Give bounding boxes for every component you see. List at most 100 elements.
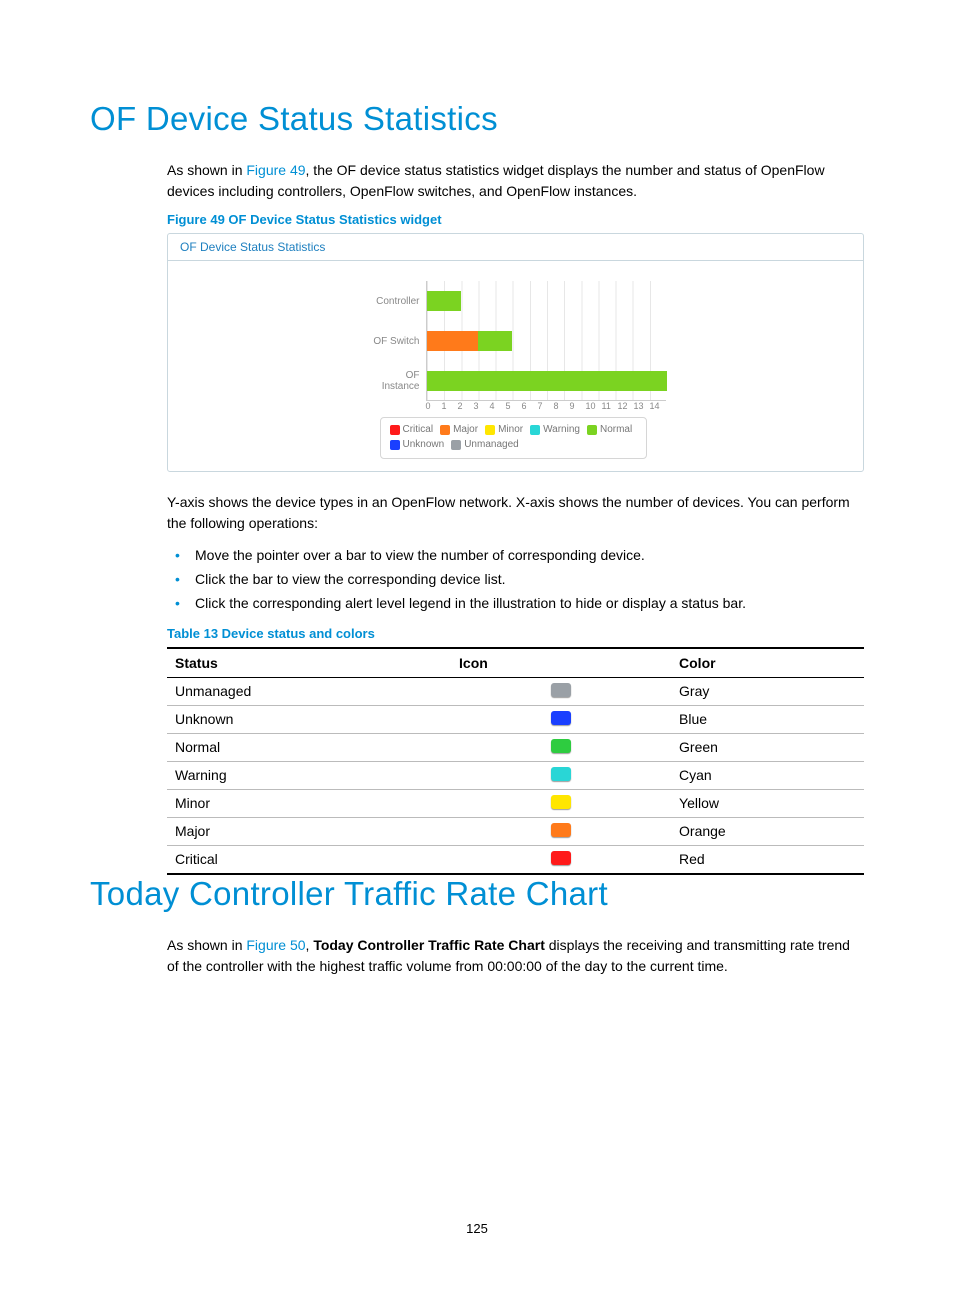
th-icon: Icon — [451, 648, 671, 678]
cell-status: Minor — [167, 789, 451, 817]
operations-list: Move the pointer over a bar to view the … — [167, 544, 864, 615]
chart-plot-area — [426, 281, 666, 401]
cell-color: Yellow — [671, 789, 864, 817]
x-tick: 1 — [442, 401, 458, 411]
legend-label[interactable]: Warning — [543, 424, 580, 435]
x-tick: 10 — [586, 401, 602, 411]
link-figure-50[interactable]: Figure 50 — [246, 937, 305, 953]
x-tick: 14 — [650, 401, 666, 411]
y-axis-label: OF Instance — [366, 361, 426, 401]
cell-color: Blue — [671, 705, 864, 733]
legend-swatch-unknown[interactable] — [390, 440, 400, 450]
status-color-table: Status Icon Color UnmanagedGrayUnknown Bl… — [167, 647, 864, 875]
cell-status: Critical — [167, 845, 451, 874]
cell-icon — [451, 733, 671, 761]
cell-icon — [451, 677, 671, 705]
section-body: As shown in Figure 49, the OF device sta… — [167, 160, 864, 875]
x-tick: 4 — [490, 401, 506, 411]
table-caption: Table 13 Device status and colors — [167, 626, 864, 641]
intro-paragraph-2: As shown in Figure 50, Today Controller … — [167, 935, 864, 977]
warning-status-icon — [551, 767, 571, 781]
cell-icon — [451, 789, 671, 817]
section-body-2: As shown in Figure 50, Today Controller … — [167, 935, 864, 977]
minor-status-icon — [551, 795, 571, 809]
cell-color: Cyan — [671, 761, 864, 789]
cell-status: Normal — [167, 733, 451, 761]
page: OF Device Status Statistics As shown in … — [0, 0, 954, 1296]
table-row: UnmanagedGray — [167, 677, 864, 705]
bar-segment-normal[interactable] — [478, 331, 512, 351]
table-row: Unknown Blue — [167, 705, 864, 733]
intro-paragraph-1: As shown in Figure 49, the OF device sta… — [167, 160, 864, 202]
legend-swatch-critical[interactable] — [390, 425, 400, 435]
bold-chart-name: Today Controller Traffic Rate Chart — [313, 937, 545, 953]
heading-today-controller-traffic: Today Controller Traffic Rate Chart — [90, 875, 864, 913]
chart-x-axis: 01234567891011121314 — [426, 401, 666, 411]
cell-icon — [451, 845, 671, 874]
y-axis-label: Controller — [366, 281, 426, 321]
cell-status: Warning — [167, 761, 451, 789]
legend-label[interactable]: Unknown — [403, 439, 445, 450]
unknown-status-icon — [551, 711, 571, 725]
list-item: Click the bar to view the corresponding … — [167, 568, 864, 592]
unmanaged-status-icon — [551, 683, 571, 697]
heading-of-device-status: OF Device Status Statistics — [90, 100, 864, 138]
bar-segment-normal[interactable] — [427, 371, 667, 391]
legend-label[interactable]: Unmanaged — [464, 439, 518, 450]
chart-bar[interactable] — [427, 291, 461, 311]
legend-label[interactable]: Major — [453, 424, 478, 435]
critical-status-icon — [551, 851, 571, 865]
cell-icon — [451, 705, 671, 733]
major-status-icon — [551, 823, 571, 837]
legend-label[interactable]: Critical — [403, 424, 434, 435]
cell-status: Major — [167, 817, 451, 845]
table-header-row: Status Icon Color — [167, 648, 864, 678]
x-tick: 9 — [570, 401, 586, 411]
chart: ControllerOF SwitchOF Instance 012345678… — [366, 281, 666, 459]
table-row: NormalGreen — [167, 733, 864, 761]
cell-color: Red — [671, 845, 864, 874]
cell-status: Unmanaged — [167, 677, 451, 705]
paragraph-axes-desc: Y-axis shows the device types in an Open… — [167, 492, 864, 534]
chart-bar[interactable] — [427, 331, 513, 351]
y-axis-label: OF Switch — [366, 321, 426, 361]
x-tick: 7 — [538, 401, 554, 411]
chart-bar[interactable] — [427, 371, 667, 391]
th-status: Status — [167, 648, 451, 678]
th-color: Color — [671, 648, 864, 678]
cell-color: Orange — [671, 817, 864, 845]
legend-swatch-minor[interactable] — [485, 425, 495, 435]
x-tick: 8 — [554, 401, 570, 411]
legend-swatch-warning[interactable] — [530, 425, 540, 435]
figure-49-widget: OF Device Status Statistics ControllerOF… — [167, 233, 864, 472]
text: As shown in — [167, 162, 246, 178]
legend-label[interactable]: Minor — [498, 424, 523, 435]
chart-legend: Critical Major Minor Warning Normal Unknown Un… — [380, 417, 648, 459]
cell-icon — [451, 761, 671, 789]
widget-title: OF Device Status Statistics — [168, 234, 863, 261]
cell-icon — [451, 817, 671, 845]
list-item: Move the pointer over a bar to view the … — [167, 544, 864, 568]
page-number: 125 — [0, 1221, 954, 1236]
text: As shown in — [167, 937, 246, 953]
x-tick: 11 — [602, 401, 618, 411]
table-row: Minor Yellow — [167, 789, 864, 817]
x-tick: 0 — [426, 401, 442, 411]
bar-segment-major[interactable] — [427, 331, 478, 351]
bar-segment-normal[interactable] — [427, 291, 461, 311]
legend-label[interactable]: Normal — [600, 424, 632, 435]
widget-body: ControllerOF SwitchOF Instance 012345678… — [168, 261, 863, 471]
normal-status-icon — [551, 739, 571, 753]
x-tick: 13 — [634, 401, 650, 411]
table-row: Critical Red — [167, 845, 864, 874]
cell-status: Unknown — [167, 705, 451, 733]
table-row: Warning Cyan — [167, 761, 864, 789]
legend-swatch-major[interactable] — [440, 425, 450, 435]
link-figure-49[interactable]: Figure 49 — [246, 162, 305, 178]
legend-swatch-normal[interactable] — [587, 425, 597, 435]
figure-caption: Figure 49 OF Device Status Statistics wi… — [167, 212, 864, 227]
x-tick: 2 — [458, 401, 474, 411]
x-tick: 3 — [474, 401, 490, 411]
table-row: Major Orange — [167, 817, 864, 845]
legend-swatch-unmanaged[interactable] — [451, 440, 461, 450]
